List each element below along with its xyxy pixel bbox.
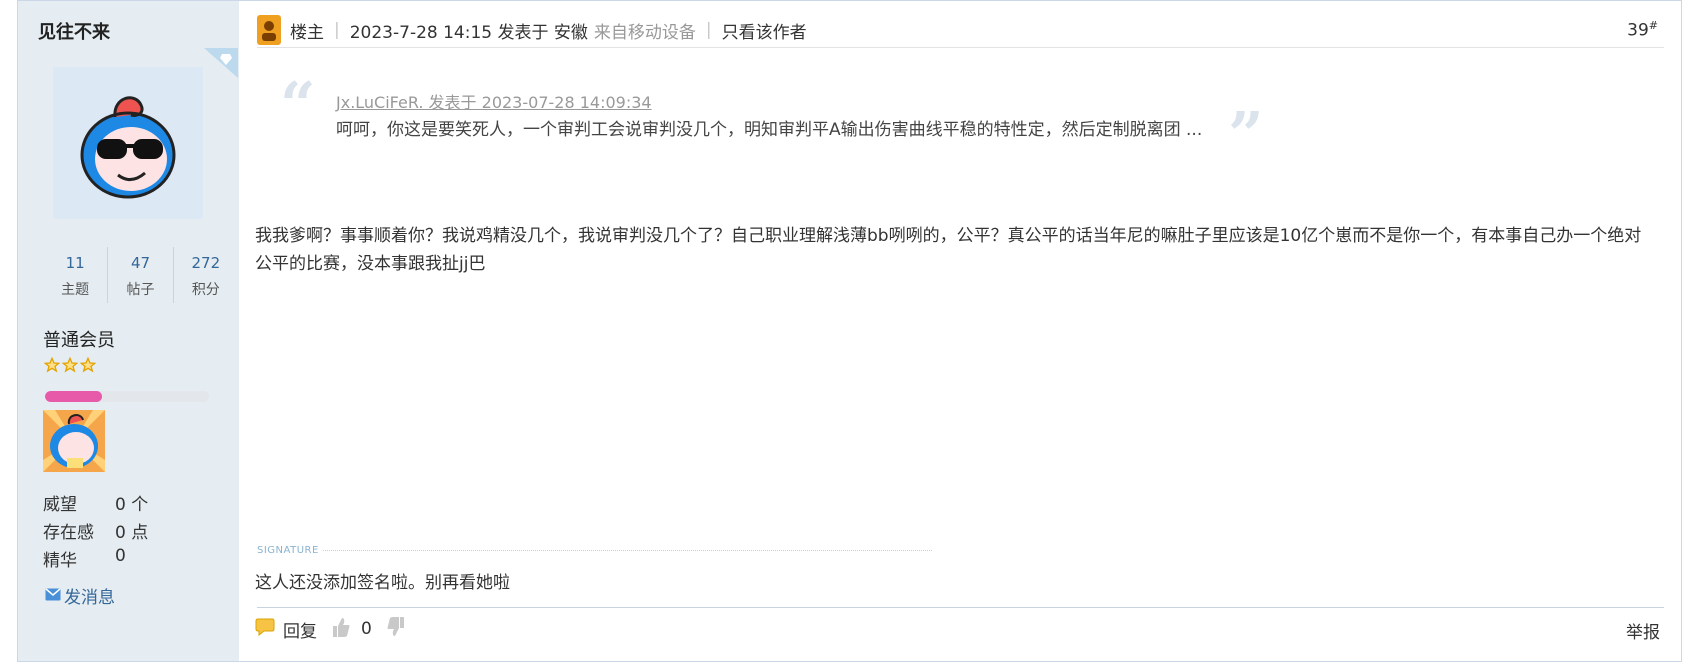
stat-threads[interactable]: 11 主题	[43, 247, 109, 303]
level-progress-bar	[45, 391, 209, 402]
info-key: 威望	[43, 495, 77, 515]
stat-label: 主题	[61, 282, 90, 298]
author-role-icon	[257, 15, 281, 45]
info-value: 0	[115, 546, 126, 566]
send-message-label: 发消息	[64, 588, 115, 608]
info-value: 0 个	[115, 495, 149, 515]
post-actions: 回复 0	[255, 615, 406, 643]
info-key: 存在感	[43, 523, 94, 543]
reply-label: 回复	[283, 621, 317, 642]
rank-stars	[43, 356, 97, 377]
dotted-rule	[322, 550, 932, 551]
info-reputation: 威望 0 个	[43, 490, 148, 518]
open-quote-icon: “	[280, 68, 316, 141]
signature-label: SIGNATURE	[257, 545, 319, 556]
author-role: 楼主	[290, 22, 324, 43]
quote-text: 呵呵，你这是要笑死人，一个审判工会说审判没几个，明知审判平A输出伤害曲线平稳的特…	[336, 120, 1203, 140]
reply-icon	[255, 618, 275, 641]
post-header: 楼主 | 2023-7-28 14:15 发表于 安徽 来自移动设备 | 只看该…	[257, 14, 1664, 46]
post-frame	[17, 0, 1682, 662]
mail-icon	[45, 586, 61, 606]
info-key: 精华	[43, 551, 77, 571]
diamond-badge-icon	[204, 48, 238, 78]
send-message-link[interactable]: 发消息	[45, 583, 115, 608]
info-presence: 存在感 0 点	[43, 518, 148, 546]
avatar-image	[80, 96, 176, 199]
info-digest: 精华 0	[43, 546, 148, 574]
reply-button[interactable]: 回复	[255, 617, 317, 642]
signature-text: 这人还没添加签名啦。别再看她啦	[255, 573, 510, 593]
stat-value: 47	[130, 254, 151, 272]
only-author-link[interactable]: 只看该作者	[722, 18, 807, 43]
divider: |	[705, 20, 712, 40]
user-rank[interactable]: 普通会员	[43, 326, 115, 352]
info-value: 0 点	[115, 523, 149, 543]
report-link[interactable]: 举报	[1626, 618, 1660, 643]
stat-value: 272	[191, 254, 221, 272]
post-body: 我我爹啊？事事顺着你？我说鸡精没几个，我说审判没几个了？自己职业理解浅薄bb咧咧…	[255, 226, 1642, 274]
quote-author-link[interactable]: Jx.LuCiFeR. 发表于 2023-07-28 14:09:34	[336, 89, 652, 113]
thumbs-down-icon	[386, 616, 406, 643]
floor-suffix: #	[1648, 19, 1658, 32]
post-time: 2023-7-28 14:15 发表于 安徽	[349, 22, 588, 43]
header-divider	[257, 47, 1664, 48]
thumbs-down-button[interactable]	[386, 616, 406, 643]
author-name[interactable]: 见往不来	[38, 18, 110, 44]
stat-label: 帖子	[126, 282, 155, 298]
star-icon	[61, 356, 79, 377]
thumbs-up-icon	[331, 616, 351, 643]
like-count: 0	[361, 619, 372, 639]
medal-image[interactable]	[43, 410, 105, 472]
author-stats: 11 主题 47 帖子 272 积分	[43, 247, 238, 303]
star-icon	[79, 356, 97, 377]
star-icon	[43, 356, 61, 377]
stat-points[interactable]: 272 积分	[174, 247, 238, 303]
floor-value: 39	[1627, 20, 1649, 41]
level-progress-fill	[45, 391, 103, 402]
author-info: 威望 0 个 存在感 0 点 精华 0	[43, 490, 148, 574]
stat-value: 11	[65, 254, 85, 272]
avatar[interactable]	[53, 67, 203, 219]
floor-number[interactable]: 39#	[1627, 19, 1658, 41]
signature-divider: SIGNATURE	[257, 545, 932, 556]
stat-posts[interactable]: 47 帖子	[108, 247, 174, 303]
close-quote-icon: ”	[1228, 98, 1264, 171]
divider: |	[334, 20, 340, 40]
author-sidebar: 见往不来 11 主题 47 帖子 272 积分 普通会员 威望 0 个 存在感 …	[18, 1, 239, 661]
footer-divider	[257, 607, 1664, 608]
like-button[interactable]: 0	[331, 616, 372, 643]
stat-label: 积分	[191, 282, 220, 298]
post-device: 来自移动设备	[593, 22, 696, 43]
